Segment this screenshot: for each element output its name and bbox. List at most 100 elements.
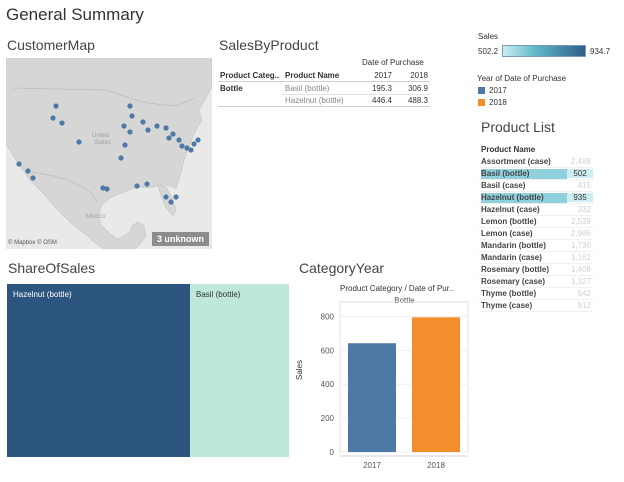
product-list-header: Product Name — [481, 145, 536, 154]
sales-by-product-title: SalesByProduct — [219, 37, 319, 53]
category-year-title: CategoryYear — [299, 260, 385, 276]
year-legend-item-2018[interactable]: 2018 — [478, 98, 507, 107]
product-list-row[interactable]: Rosemary (case) 1,327 — [479, 276, 593, 288]
share-of-sales-treemap: Hazelnut (bottle) Basil (bottle) — [7, 284, 289, 457]
product-list-row[interactable]: Lemon (case) 2,986 — [479, 228, 593, 240]
customer-dot[interactable] — [134, 183, 140, 189]
product-list-row[interactable]: Lemon (bottle) 2,539 — [479, 216, 593, 228]
year-legend-item-2017[interactable]: 2017 — [478, 86, 507, 95]
treemap-tile[interactable]: Basil (bottle) — [190, 284, 289, 457]
product-list-row[interactable]: Assortment (case) 2,488 — [479, 156, 593, 168]
product-sales-value: 2,539 — [570, 217, 591, 226]
map-attribution[interactable]: © Mapbox © OSM — [8, 240, 57, 246]
product-name: Rosemary (case) — [481, 277, 546, 286]
product-list-row[interactable]: Thyme (case) 912 — [479, 300, 593, 312]
header-2018: 2018 — [410, 71, 428, 80]
sales-legend-max: 934.7 — [590, 47, 611, 56]
swatch-2018 — [478, 99, 485, 106]
customer-dot[interactable] — [25, 168, 31, 174]
product-name: Hazelnut (case) — [481, 205, 540, 214]
customer-dot[interactable] — [166, 135, 172, 141]
product-list-row[interactable]: Mandarin (case) 1,161 — [479, 252, 593, 264]
cell-basil-2018[interactable]: 306.9 — [400, 84, 428, 93]
customer-dot[interactable] — [195, 137, 201, 143]
customer-dot[interactable] — [140, 119, 146, 125]
product-name: Thyme (case) — [481, 301, 533, 310]
row-product-hazelnut[interactable]: Hazelnut (bottle) — [285, 96, 344, 105]
row-category: Bottle — [220, 84, 243, 93]
product-list-row[interactable]: Rosemary (bottle) 1,408 — [479, 264, 593, 276]
column-group-header: Date of Purchase — [362, 58, 424, 67]
y-tick-label: 400 — [321, 380, 335, 389]
customer-dot[interactable] — [122, 142, 128, 148]
product-name: Lemon (bottle) — [481, 217, 537, 226]
product-sales-value: 1,730 — [570, 241, 591, 250]
header-2017: 2017 — [374, 71, 392, 80]
customer-dot[interactable] — [176, 137, 182, 143]
product-sales-value: 502 — [567, 169, 593, 178]
y-tick-label: 600 — [321, 346, 335, 355]
product-sales-value: 1,161 — [570, 253, 591, 262]
customer-dot[interactable] — [168, 199, 174, 205]
customer-dot[interactable] — [121, 123, 127, 129]
product-name: Hazelnut (bottle) — [481, 193, 567, 203]
year-legend-title: Year of Date of Purchase — [477, 74, 567, 83]
bar-2018[interactable] — [412, 317, 460, 452]
customer-dot[interactable] — [16, 161, 22, 167]
product-name: Thyme (bottle) — [481, 289, 537, 298]
cell-basil-2017[interactable]: 195.3 — [364, 84, 392, 93]
customer-dot[interactable] — [104, 186, 110, 192]
product-list-row[interactable]: Hazelnut (case) 332 — [479, 204, 593, 216]
product-list-row[interactable]: Thyme (bottle) 642 — [479, 288, 593, 300]
product-name: Assortment (case) — [481, 157, 551, 166]
customer-dot[interactable] — [179, 143, 185, 149]
product-name: Rosemary (bottle) — [481, 265, 550, 274]
customer-dot[interactable] — [127, 129, 133, 135]
sales-legend-gradient[interactable] — [502, 45, 586, 57]
product-list-row[interactable]: Mandarin (bottle) 1,730 — [479, 240, 593, 252]
customer-dot[interactable] — [163, 125, 169, 131]
row-product-basil[interactable]: Basil (bottle) — [285, 84, 329, 93]
product-list-title: Product List — [481, 119, 555, 135]
cell-hazelnut-2018[interactable]: 488.3 — [400, 96, 428, 105]
product-list-row[interactable]: Basil (bottle) 502 — [479, 168, 593, 180]
product-sales-value: 415 — [577, 181, 591, 190]
customer-dot[interactable] — [118, 155, 124, 161]
customer-dot[interactable] — [170, 131, 176, 137]
customer-dot[interactable] — [191, 141, 197, 147]
customer-dot[interactable] — [188, 147, 194, 153]
product-sales-value: 642 — [577, 289, 591, 298]
customer-dot[interactable] — [144, 181, 150, 187]
customer-map[interactable]: United States Mexico © Mapbox © OSM 3 un… — [6, 58, 212, 249]
share-of-sales-title: ShareOfSales — [8, 260, 96, 276]
product-sales-value: 2,488 — [570, 157, 591, 166]
customer-dot[interactable] — [163, 194, 169, 200]
customer-dot[interactable] — [154, 123, 160, 129]
cell-hazelnut-2017[interactable]: 446.4 — [364, 96, 392, 105]
product-sales-value: 2,986 — [570, 229, 591, 238]
bar-2017[interactable] — [348, 343, 396, 452]
y-tick-label: 200 — [321, 414, 335, 423]
unknown-badge[interactable]: 3 unknown — [152, 232, 209, 246]
customer-dot[interactable] — [129, 113, 135, 119]
customer-dot[interactable] — [76, 139, 82, 145]
header-divider — [218, 81, 430, 82]
page-title: General Summary — [6, 5, 144, 24]
product-list-row[interactable]: Hazelnut (bottle) 935 — [479, 192, 593, 204]
product-name: Basil (bottle) — [481, 169, 567, 179]
customer-dot[interactable] — [59, 120, 65, 126]
treemap-tile[interactable]: Hazelnut (bottle) — [7, 284, 190, 457]
customer-dot[interactable] — [30, 175, 36, 181]
map-canvas[interactable]: United States Mexico — [6, 58, 212, 249]
product-list: Assortment (case) 2,488 Basil (bottle) 502 B… — [479, 156, 593, 312]
product-list-row[interactable]: Basil (case) 415 — [479, 180, 593, 192]
customer-dot[interactable] — [145, 127, 151, 133]
customer-dot[interactable] — [127, 103, 133, 109]
customer-dot[interactable] — [50, 115, 56, 121]
product-name: Mandarin (bottle) — [481, 241, 546, 250]
customer-dot[interactable] — [173, 194, 179, 200]
product-sales-value: 912 — [577, 301, 591, 310]
x-tick-label: 2017 — [363, 461, 381, 470]
header-product: Product Name — [285, 71, 340, 80]
customer-dot[interactable] — [53, 103, 59, 109]
